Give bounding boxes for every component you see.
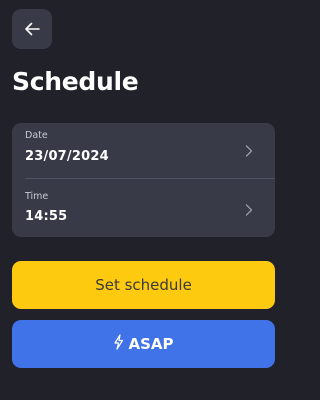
page-title: Schedule: [12, 67, 139, 96]
time-row[interactable]: Time 14:55: [12, 181, 275, 236]
chevron-right-icon: [244, 202, 254, 216]
lightning-bolt-icon: [113, 334, 124, 354]
set-schedule-label: Set schedule: [95, 276, 192, 294]
back-button[interactable]: [12, 9, 52, 49]
row-divider: [25, 178, 275, 179]
time-value: 14:55: [25, 209, 68, 224]
date-label: Date: [25, 130, 48, 141]
asap-button[interactable]: ASAP: [12, 320, 275, 368]
date-value: 23/07/2024: [25, 149, 109, 164]
schedule-card: Date 23/07/2024 Time 14:55: [12, 123, 275, 237]
date-row[interactable]: Date 23/07/2024: [12, 123, 275, 178]
set-schedule-button[interactable]: Set schedule: [12, 261, 275, 309]
arrow-left-icon: [24, 22, 40, 36]
time-label: Time: [25, 191, 49, 202]
schedule-screen: Schedule Date 23/07/2024 Time 14:55 Set …: [0, 0, 287, 400]
chevron-right-icon: [244, 143, 254, 157]
asap-label: ASAP: [128, 335, 174, 353]
